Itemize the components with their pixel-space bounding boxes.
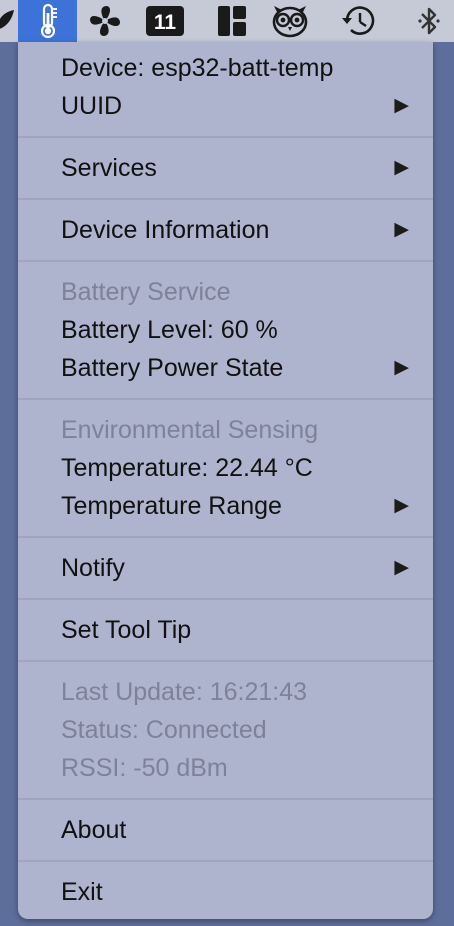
status-label: RSSI: -50 dBm <box>61 754 228 782</box>
menu-header-label: Environmental Sensing <box>61 416 319 444</box>
submenu-arrow-icon: ▶ <box>394 157 409 178</box>
menu-item-battery-level[interactable]: Battery Level: 60 % <box>18 311 433 349</box>
menu-separator <box>18 387 433 411</box>
menu-item-temperature-range[interactable]: Temperature Range ▶ <box>18 487 433 525</box>
menu-item-set-tool-tip[interactable]: Set Tool Tip <box>18 611 433 649</box>
menu-item-label: Battery Level: 60 % <box>61 316 278 344</box>
menu-item-label: UUID <box>61 92 123 120</box>
menu-item-label: Battery Power State <box>61 354 284 382</box>
menu-separator <box>18 125 433 149</box>
submenu-arrow-icon: ▶ <box>394 357 409 378</box>
section-header-environmental-sensing: Environmental Sensing <box>18 411 433 449</box>
menu-item-battery-power-state[interactable]: Battery Power State ▶ <box>18 349 433 387</box>
menu-item-temperature[interactable]: Temperature: 22.44 °C <box>18 449 433 487</box>
menu-item-label: Device: esp32-batt-temp <box>61 54 334 82</box>
submenu-arrow-icon: ▶ <box>394 495 409 516</box>
menu-separator <box>18 649 433 673</box>
time-machine-icon[interactable] <box>336 0 382 42</box>
dropdown-menu: Device: esp32-batt-temp UUID ▶ Services … <box>18 42 433 919</box>
submenu-arrow-icon: ▶ <box>394 219 409 240</box>
layout-icon[interactable] <box>212 0 252 42</box>
submenu-arrow-icon: ▶ <box>394 557 409 578</box>
menu-separator <box>18 787 433 811</box>
menu-item-services[interactable]: Services ▶ <box>18 149 433 187</box>
menu-item-label: Services <box>61 154 157 182</box>
menu-item-about[interactable]: About <box>18 811 433 849</box>
menu-item-uuid[interactable]: UUID ▶ <box>18 87 433 125</box>
menu-header-label: Battery Service <box>61 278 231 306</box>
menu-item-device[interactable]: Device: esp32-batt-temp <box>18 49 433 87</box>
leaf-icon[interactable] <box>0 0 16 42</box>
menu-item-label: Temperature: 22.44 °C <box>61 454 313 482</box>
menu-separator <box>18 249 433 273</box>
menu-separator <box>18 525 433 549</box>
status-last-update: Last Update: 16:21:43 <box>18 673 433 711</box>
menu-bar: 11 <box>0 0 454 42</box>
menu-item-label: About <box>61 816 127 844</box>
section-header-battery-service: Battery Service <box>18 273 433 311</box>
status-rssi: RSSI: -50 dBm <box>18 749 433 787</box>
menu-separator <box>18 187 433 211</box>
menu-item-label: Device Information <box>61 216 270 244</box>
menu-item-label: Set Tool Tip <box>61 616 192 644</box>
menu-item-device-information[interactable]: Device Information ▶ <box>18 211 433 249</box>
menu-item-label: Notify <box>61 554 125 582</box>
menu-item-exit[interactable]: Exit <box>18 873 433 911</box>
status-label: Status: Connected <box>61 716 267 744</box>
status-label: Last Update: 16:21:43 <box>61 678 308 706</box>
menu-item-label: Temperature Range <box>61 492 282 520</box>
status-connection: Status: Connected <box>18 711 433 749</box>
owl-icon[interactable] <box>268 0 312 42</box>
menu-separator <box>18 587 433 611</box>
calendar-icon[interactable]: 11 <box>142 0 188 42</box>
calendar-date: 11 <box>154 11 177 34</box>
menu-separator <box>18 849 433 873</box>
submenu-arrow-icon: ▶ <box>394 95 409 116</box>
thermometer-icon[interactable] <box>18 0 77 42</box>
menu-item-label: Exit <box>61 878 103 906</box>
fan-icon[interactable] <box>84 0 126 42</box>
menu-item-notify[interactable]: Notify ▶ <box>18 549 433 587</box>
bluetooth-icon[interactable] <box>414 0 444 42</box>
